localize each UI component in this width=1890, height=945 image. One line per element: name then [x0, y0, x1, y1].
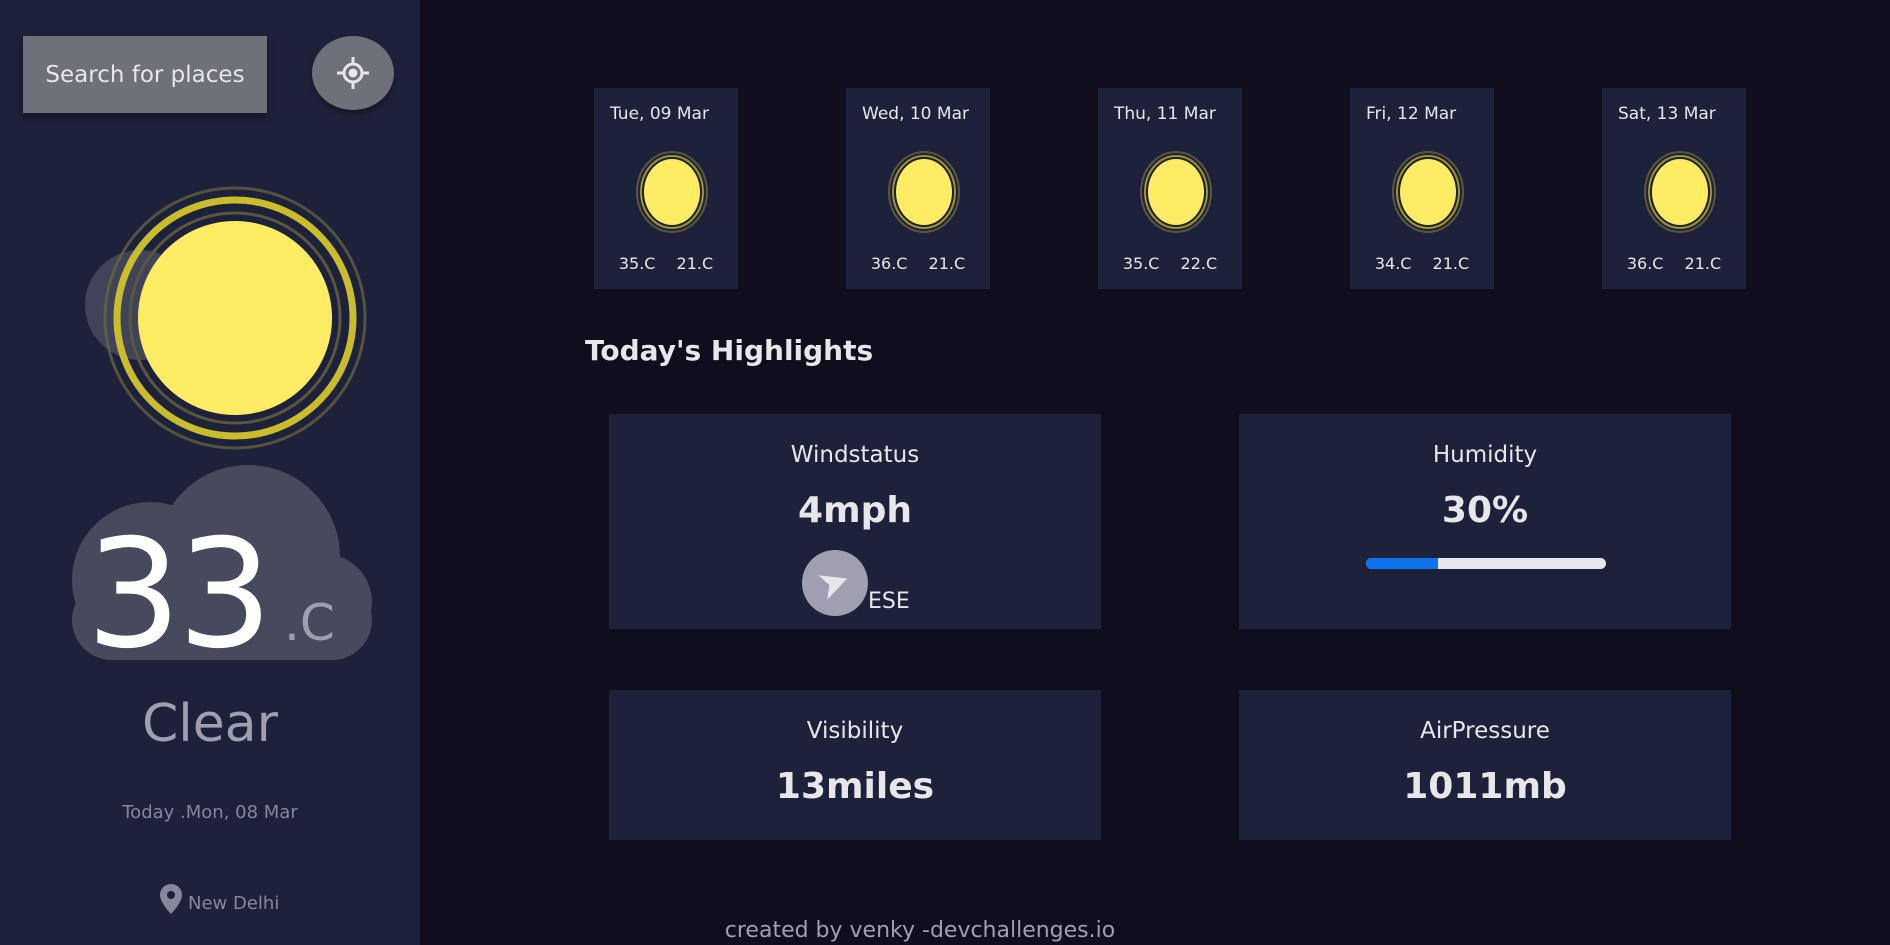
- visibility-card: Visibility 13miles: [609, 690, 1101, 840]
- search-places-button[interactable]: Search for places: [23, 36, 267, 113]
- forecast-card: Thu, 11 Mar 35.C 22.C: [1098, 88, 1242, 289]
- temperature-unit: .C: [284, 594, 335, 652]
- navigation-arrow-icon: [818, 575, 848, 600]
- forecast-max: 35.C: [618, 254, 656, 273]
- highlights-title: Today's Highlights: [585, 334, 874, 367]
- forecast-day: Tue, 09 Mar: [610, 104, 709, 124]
- forecast-min: 21.C: [676, 254, 714, 273]
- humidity-card: Humidity 30%: [1239, 414, 1731, 629]
- forecast-temps: 36.C 21.C: [1602, 254, 1746, 273]
- current-date: Today .Mon, 08 Mar: [122, 802, 298, 823]
- sun-icon: [636, 151, 708, 233]
- wind-speed-value: 4mph: [798, 490, 912, 531]
- forecast-min: 21.C: [928, 254, 966, 273]
- sidebar: Search for places 33 .C Clear Today .Mon…: [0, 0, 420, 945]
- humidity-value: 30%: [1441, 490, 1529, 531]
- air-pressure-card: AirPressure 1011mb: [1239, 690, 1731, 840]
- forecast-temps: 35.C 22.C: [1098, 254, 1242, 273]
- weather-condition: Clear: [142, 694, 278, 754]
- humidity-progress-bar: [1366, 558, 1606, 569]
- clear-sky-sun-icon: [85, 186, 367, 450]
- current-temperature: 33: [86, 508, 273, 682]
- gps-crosshair-icon: [337, 57, 369, 89]
- sun-icon: [1644, 151, 1716, 233]
- forecast-temps: 35.C 21.C: [594, 254, 738, 273]
- visibility-value: 13miles: [775, 766, 935, 807]
- forecast-day: Thu, 11 Mar: [1114, 104, 1216, 124]
- air-pressure-label: AirPressure: [1420, 718, 1550, 744]
- forecast-day: Sat, 13 Mar: [1618, 104, 1716, 124]
- forecast-min: 21.C: [1684, 254, 1722, 273]
- wind-direction-label: ESE: [868, 588, 910, 614]
- forecast-card: Tue, 09 Mar 35.C 21.C: [594, 88, 738, 289]
- current-location-button[interactable]: [312, 36, 394, 110]
- wind-direction: ESE: [802, 550, 910, 616]
- forecast-day: Fri, 12 Mar: [1366, 104, 1457, 124]
- location: New Delhi: [160, 884, 279, 914]
- forecast-max: 35.C: [1122, 254, 1160, 273]
- wind-direction-compass: [802, 550, 868, 616]
- forecast-card: Wed, 10 Mar 36.C 21.C: [846, 88, 990, 289]
- forecast-min: 21.C: [1432, 254, 1470, 273]
- air-pressure-value: 1011mb: [1403, 766, 1567, 807]
- forecast-max: 34.C: [1374, 254, 1412, 273]
- sun-icon: [1392, 151, 1464, 233]
- visibility-label: Visibility: [806, 718, 904, 744]
- forecast-card: Fri, 12 Mar 34.C 21.C: [1350, 88, 1494, 289]
- wind-status-label: Windstatus: [790, 442, 920, 468]
- forecast-temps: 34.C 21.C: [1350, 254, 1494, 273]
- sun-icon: [1140, 151, 1212, 233]
- forecast-max: 36.C: [870, 254, 908, 273]
- footer-credit[interactable]: created by venky -devchallenges.io: [420, 918, 1420, 943]
- forecast-min: 22.C: [1180, 254, 1218, 273]
- sun-icon: [888, 151, 960, 233]
- location-pin-icon: [160, 884, 182, 914]
- humidity-label: Humidity: [1432, 442, 1538, 468]
- forecast-card: Sat, 13 Mar 36.C 21.C: [1602, 88, 1746, 289]
- wind-status-card: Windstatus 4mph ESE: [609, 414, 1101, 629]
- humidity-progress-fill: [1366, 558, 1438, 569]
- location-name: New Delhi: [188, 893, 280, 914]
- forecast-day: Wed, 10 Mar: [862, 104, 969, 124]
- forecast-max: 36.C: [1626, 254, 1664, 273]
- forecast-temps: 36.C 21.C: [846, 254, 990, 273]
